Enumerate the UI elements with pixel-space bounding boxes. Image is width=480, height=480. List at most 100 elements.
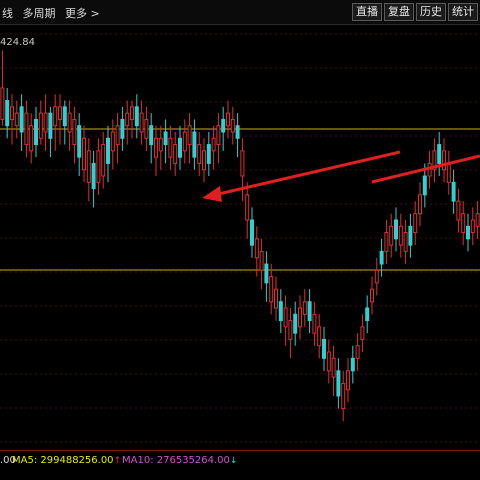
support-resistance-lines <box>0 128 480 271</box>
candle-body <box>398 225 403 246</box>
replay-button[interactable]: 复盘 <box>384 3 414 21</box>
menu-multi-period-item[interactable]: 多周期 <box>23 7 56 20</box>
candle-body <box>240 150 245 177</box>
candle-body <box>264 263 269 284</box>
candle-body <box>461 213 466 234</box>
candle-body <box>235 125 240 139</box>
candle-body <box>259 250 264 271</box>
toolbar-left-menu: 线 多周期 更多 > <box>2 5 106 21</box>
candle-body <box>307 301 312 322</box>
candle-body <box>29 125 34 152</box>
stats-button[interactable]: 统计 <box>448 3 478 21</box>
candle-body <box>14 112 19 127</box>
candle-body <box>67 112 72 133</box>
ma10-value: MA10: 276535264.00 <box>122 455 230 466</box>
candle-body <box>192 131 197 158</box>
ma5-arrow-icon: ↑ <box>113 456 122 466</box>
candle-body <box>158 137 163 152</box>
candle-body <box>379 250 384 265</box>
ma5-label: MA5: 299488256.00↑ <box>12 455 121 466</box>
candle-body <box>298 307 302 328</box>
live-button[interactable]: 直播 <box>352 3 382 21</box>
candle-body <box>346 370 350 391</box>
candle-body <box>77 125 82 158</box>
candle-body <box>134 106 139 127</box>
candle-body <box>355 345 360 359</box>
candle-body <box>19 106 24 133</box>
menu-more-item[interactable]: 更多 > <box>65 7 100 20</box>
candle-body <box>250 219 254 246</box>
candle-body <box>278 301 283 322</box>
candle-body <box>230 118 235 133</box>
candle-body <box>451 181 456 202</box>
candle-body <box>350 357 355 372</box>
candlestick-chart[interactable] <box>0 24 480 450</box>
candle-body <box>302 301 307 315</box>
chart-toolbar: 线 多周期 更多 > 直播 复盘 历史 统计 <box>0 0 480 25</box>
candle-body <box>82 137 86 171</box>
candle-body <box>58 106 62 120</box>
candle-body <box>154 137 158 158</box>
candles-group <box>0 50 480 422</box>
candle-body <box>168 137 173 158</box>
candle-body <box>120 118 125 139</box>
candle-body <box>475 213 480 227</box>
candle-body <box>394 219 398 240</box>
candle-body <box>442 150 446 171</box>
candle-body <box>283 307 288 328</box>
candle-body <box>254 238 259 259</box>
candle-body <box>216 125 221 146</box>
candle-body <box>312 313 317 334</box>
candle-body <box>43 112 48 133</box>
candle-body <box>437 144 442 164</box>
candle-body <box>101 144 106 177</box>
candle-body <box>96 150 101 183</box>
candle-body <box>221 118 226 133</box>
candle-body <box>163 131 168 146</box>
candle-body <box>456 200 461 221</box>
candle-body <box>48 112 53 139</box>
candle-body <box>130 106 134 120</box>
ma10-arrow-icon: ↓ <box>229 456 238 466</box>
candle-body <box>144 118 149 139</box>
history-button[interactable]: 历史 <box>416 3 446 21</box>
candle-body <box>86 150 91 183</box>
candle-body <box>211 137 216 152</box>
menu-line-item[interactable]: 线 <box>2 7 13 20</box>
candle-body <box>326 351 331 372</box>
candle-body <box>341 382 346 410</box>
candle-body <box>202 150 206 171</box>
candle-body <box>106 137 110 164</box>
candle-body <box>0 87 5 120</box>
candle-body <box>115 125 120 146</box>
candle-body <box>322 338 326 359</box>
candle-body <box>422 175 427 196</box>
candle-body <box>374 269 379 284</box>
candle-body <box>182 131 187 152</box>
ma5-value: MA5: 299488256.00 <box>12 455 114 466</box>
candle-body <box>365 307 370 322</box>
candle-body <box>336 370 341 397</box>
candle-body <box>139 112 144 133</box>
candle-body <box>24 112 29 146</box>
candle-body <box>187 125 192 146</box>
candle-body <box>408 225 413 246</box>
candle-body <box>274 288 278 309</box>
candle-body <box>5 100 10 127</box>
candle-body <box>149 125 154 146</box>
toolbar-right-buttons: 直播 复盘 历史 统计 <box>352 3 478 21</box>
candle-body <box>197 144 202 164</box>
candle-body <box>470 219 475 234</box>
grid-lines <box>0 33 480 443</box>
candle-body <box>72 118 77 146</box>
candle-body <box>91 162 96 190</box>
candle-body <box>245 194 250 221</box>
candle-body <box>288 320 293 340</box>
moving-average-bar: .00 MA5: 299488256.00↑ MA10: 276535264.0… <box>0 450 480 471</box>
arrow-head-1 <box>202 186 222 202</box>
candle-body <box>53 106 58 127</box>
candle-body <box>446 162 451 183</box>
candle-body <box>389 225 394 246</box>
candle-body <box>38 112 43 139</box>
candle-body <box>418 194 422 215</box>
